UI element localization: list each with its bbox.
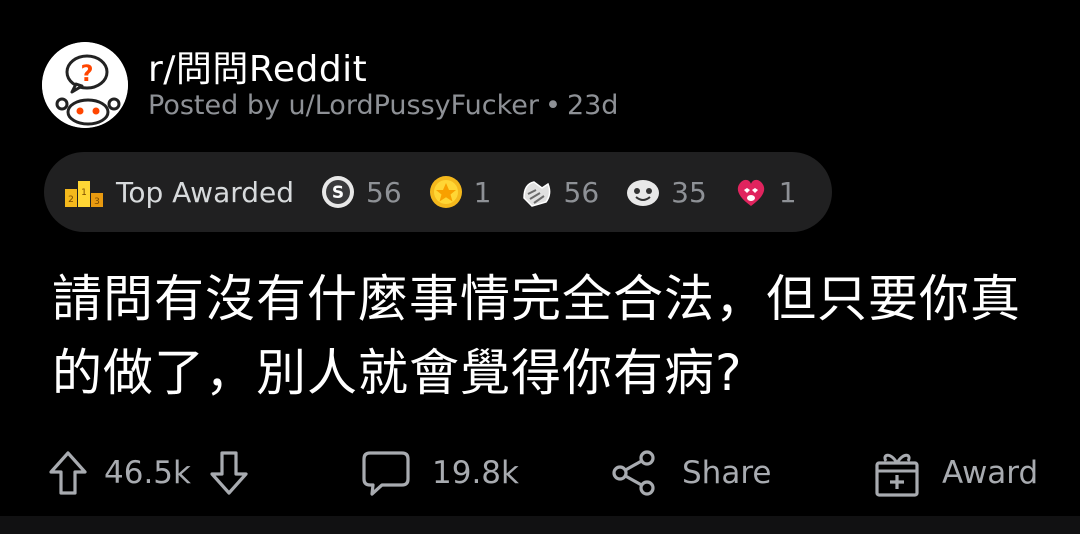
downvote-arrow-icon[interactable] [207,448,251,498]
post-meta: Posted by u/LordPussyFucker • 23d [148,90,618,121]
subreddit-avatar[interactable]: ? [42,42,128,128]
svg-text:S: S [332,183,344,203]
share-icon [612,450,655,496]
meta-separator: • [545,90,561,121]
post-age: 23d [566,90,619,121]
award-silver[interactable]: S 56 [320,174,402,210]
comment-bubble-icon [362,451,410,496]
svg-text:1: 1 [81,188,87,198]
posted-by[interactable]: Posted by u/LordPussyFucker [148,90,539,121]
comment-count: 19.8k [432,455,519,491]
share-label: Share [682,455,772,491]
reddit-question-mascot-icon: ? [42,42,128,128]
award-count: 1 [778,175,797,209]
heart-eyes-award-icon [737,179,764,206]
award-helpful[interactable]: 35 [625,174,707,210]
award-gold[interactable]: 1 [428,174,492,210]
post-title[interactable]: 請問有沒有什麼事情完全合法，但只要你真的做了，別人就會覺得你有病? [52,262,1062,410]
wholesome-hug-award-icon [522,181,550,207]
award-count: 1 [473,175,492,209]
helpful-award-icon [627,180,660,206]
gift-award-icon [875,453,919,497]
vote-count: 46.5k [104,455,191,491]
vote-group: 46.5k [46,438,251,508]
subreddit-name[interactable]: r/問問Reddit [148,40,367,92]
award-label: Award [942,455,1039,491]
award-count: 56 [366,175,402,209]
awards-bar[interactable]: 2 1 3 Top Awarded S 56 1 56 35 1 [44,152,832,232]
award-wholesome[interactable]: 56 [518,174,600,210]
award-button[interactable]: Award [872,438,1038,508]
post-divider [0,516,1080,534]
post-action-bar: 46.5k 19.8k Share Award [0,438,1080,508]
upvote-arrow-icon[interactable] [46,448,90,498]
gold-award-icon [429,176,462,208]
svg-text:2: 2 [68,195,74,205]
award-count: 56 [563,175,600,209]
svg-text:?: ? [81,62,94,87]
svg-text:3: 3 [94,197,100,207]
top-awarded-label: Top Awarded [116,175,295,209]
comments-button[interactable]: 19.8k [360,438,519,508]
share-button[interactable]: Share [610,438,771,508]
top-awarded-podium-icon: 2 1 3 [65,181,103,207]
award-count: 35 [671,175,707,209]
award-heart-eyes[interactable]: 1 [733,174,797,210]
silver-award-icon: S [322,176,355,208]
